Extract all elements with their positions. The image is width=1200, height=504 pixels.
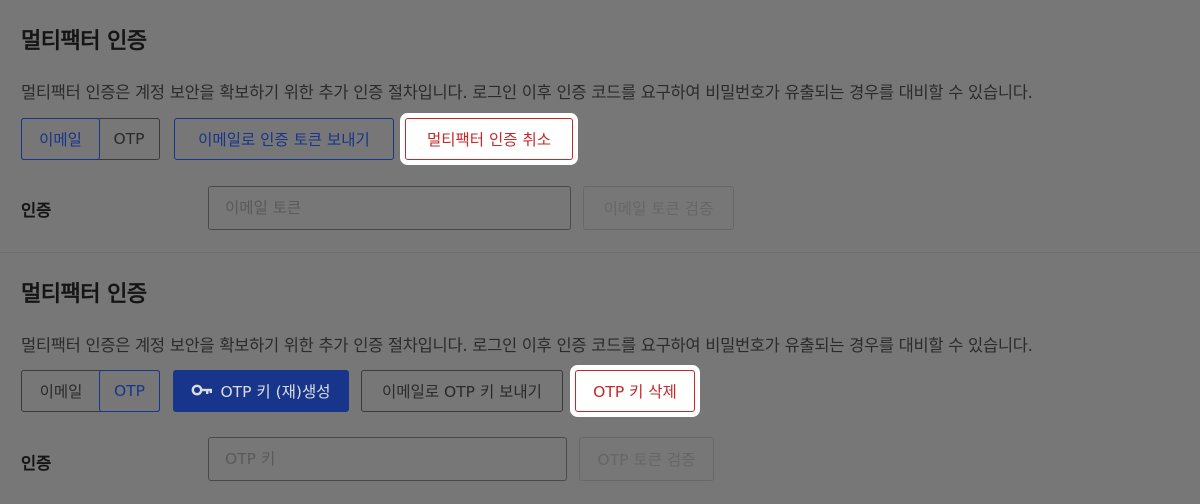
section-title: 멀티팩터 인증 [21, 29, 147, 54]
delete-otp-key-button[interactable]: OTP 키 삭제 [575, 370, 695, 412]
generate-otp-key-button[interactable]: OTP 키 (재)생성 [173, 370, 349, 412]
cancel-mfa-button[interactable]: 멀티팩터 인증 취소 [405, 118, 573, 160]
verify-email-token-button[interactable]: 이메일 토큰 검증 [583, 186, 734, 230]
auth-label: 인증 [21, 454, 52, 473]
toggle-otp-button[interactable]: OTP [99, 370, 160, 412]
method-toggle: 이메일 OTP [21, 370, 160, 412]
mfa-section-otp: 멀티팩터 인증 멀티팩터 인증은 계정 보안을 확보하기 위한 추가 인증 절차… [0, 253, 1200, 504]
auth-label: 인증 [21, 201, 52, 220]
verify-otp-token-button[interactable]: OTP 토큰 검증 [579, 437, 714, 481]
method-toggle: 이메일 OTP [21, 118, 160, 160]
otp-key-input[interactable] [208, 437, 567, 481]
toggle-email-button[interactable]: 이메일 [21, 118, 100, 160]
generate-otp-key-label: OTP 키 (재)생성 [220, 383, 331, 401]
email-token-input[interactable] [208, 186, 571, 230]
section-description: 멀티팩터 인증은 계정 보안을 확보하기 위한 추가 인증 절차입니다. 로그인… [21, 336, 1033, 355]
section-description: 멀티팩터 인증은 계정 보안을 확보하기 위한 추가 인증 절차입니다. 로그인… [21, 83, 1033, 102]
send-email-token-button[interactable]: 이메일로 인증 토큰 보내기 [174, 118, 394, 160]
email-otp-key-button[interactable]: 이메일로 OTP 키 보내기 [361, 370, 563, 412]
mfa-section-email: 멀티팩터 인증 멀티팩터 인증은 계정 보안을 확보하기 위한 추가 인증 절차… [0, 0, 1200, 252]
toggle-email-button[interactable]: 이메일 [22, 371, 100, 411]
section-title: 멀티팩터 인증 [21, 282, 147, 307]
toggle-otp-button[interactable]: OTP [99, 119, 159, 159]
key-icon [191, 382, 213, 400]
